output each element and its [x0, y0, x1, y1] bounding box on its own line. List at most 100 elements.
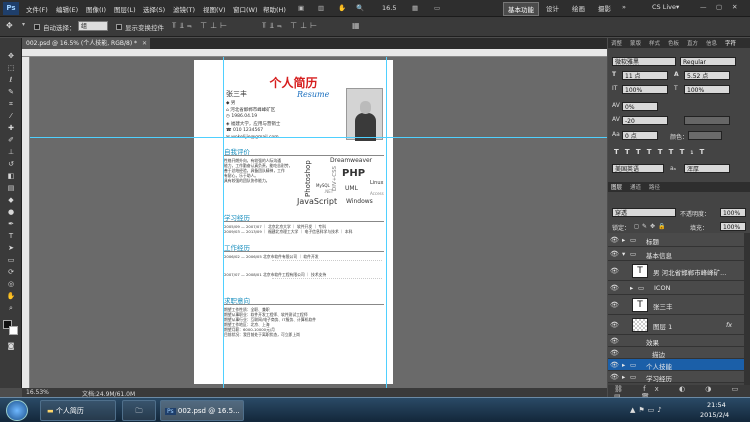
- arrange-icon[interactable]: ▦: [412, 4, 418, 12]
- font-size-field[interactable]: 11 点: [622, 71, 668, 80]
- stamp-icon[interactable]: ⊥: [4, 148, 18, 157]
- guide-line[interactable]: [223, 57, 224, 388]
- workspace-photography[interactable]: 摄影: [598, 3, 611, 13]
- path-select-icon[interactable]: ➤: [4, 244, 18, 253]
- shape-icon[interactable]: ▭: [4, 256, 18, 265]
- move-icon[interactable]: ✥: [4, 52, 18, 61]
- dodge-icon[interactable]: ●: [4, 208, 18, 217]
- blend-mode-dropdown[interactable]: 穿透: [612, 208, 676, 217]
- tray-icons[interactable]: ▲⚑▭♪: [630, 406, 665, 414]
- tab-masks[interactable]: 蒙版: [630, 39, 641, 47]
- taskbar-explorer[interactable]: ▬ 个人简历: [40, 400, 116, 421]
- eyedropper-icon[interactable]: ⁄: [4, 112, 18, 121]
- clock-time[interactable]: 21:54: [707, 401, 726, 409]
- tsume-field[interactable]: 0%: [622, 102, 658, 111]
- tab-info[interactable]: 信息: [706, 39, 717, 47]
- auto-select-type-dropdown[interactable]: 组: [78, 21, 108, 31]
- minibridge-icon[interactable]: ▥: [318, 4, 324, 12]
- close-icon[interactable]: ✕: [732, 3, 737, 11]
- tab-paths[interactable]: 路径: [649, 183, 660, 191]
- layer-1[interactable]: 👁 图层 1 fx: [608, 315, 744, 335]
- menu-layer[interactable]: 图层(L): [114, 4, 136, 14]
- tab-histogram[interactable]: 直方: [687, 39, 698, 47]
- layers-bottom-buttons[interactable]: ⛓ fx ◐ ◑ ▭ ▤ 🗑: [608, 385, 750, 401]
- antialias-dropdown[interactable]: 浑厚: [684, 164, 730, 173]
- guide-line[interactable]: [30, 137, 607, 138]
- horizontal-scale-field[interactable]: 100%: [684, 85, 730, 94]
- restore-icon[interactable]: ▢: [716, 3, 722, 11]
- pen-icon[interactable]: ✒: [4, 220, 18, 229]
- tool-preset-icon[interactable]: ▾: [22, 21, 25, 28]
- tab-channels[interactable]: 通道: [630, 183, 641, 191]
- layer-effect-stroke[interactable]: 👁 描边: [608, 347, 744, 359]
- layer-group-icon[interactable]: 👁 ▸ ▭ ICON: [608, 281, 744, 295]
- opacity-field[interactable]: 100%: [720, 208, 746, 217]
- quick-select-icon[interactable]: ✎: [4, 88, 18, 97]
- 3d-orbit-icon[interactable]: ◎: [4, 280, 18, 289]
- start-button[interactable]: [6, 400, 28, 421]
- layer-text-name[interactable]: 👁 T 张三丰: [608, 295, 744, 315]
- tab-layers[interactable]: 图层: [611, 183, 622, 191]
- menu-select[interactable]: 选择(S): [143, 4, 165, 14]
- crop-icon[interactable]: ⌗: [4, 100, 18, 109]
- lock-icons[interactable]: ◻✎✥🔒: [634, 223, 669, 230]
- workspace-more[interactable]: »: [622, 3, 626, 11]
- eraser-icon[interactable]: ◧: [4, 172, 18, 181]
- text-color-swatch[interactable]: [688, 131, 722, 140]
- background-color-swatch[interactable]: [9, 326, 18, 335]
- hand-view-icon[interactable]: ✋: [338, 4, 346, 12]
- tab-adjustments[interactable]: 调整: [611, 39, 622, 47]
- lasso-icon[interactable]: ℓ: [4, 76, 18, 85]
- font-style-dropdown[interactable]: Regular: [680, 57, 736, 66]
- tab-character[interactable]: 字符: [725, 39, 736, 47]
- text-style-buttons[interactable]: TTTTTTT₁T: [614, 148, 710, 156]
- menu-filter[interactable]: 滤镜(T): [173, 4, 195, 14]
- vertical-scale-field[interactable]: 100%: [622, 85, 668, 94]
- menu-window[interactable]: 窗口(W): [233, 4, 258, 14]
- baseline-field[interactable]: 0 点: [622, 131, 658, 140]
- layer-group-skills[interactable]: 👁 ▸ ▭ 个人技能: [608, 359, 744, 371]
- type-icon[interactable]: T: [4, 232, 18, 241]
- zoom-status[interactable]: 16.53%: [26, 389, 49, 396]
- history-brush-icon[interactable]: ↺: [4, 160, 18, 169]
- show-transform-checkbox[interactable]: [116, 23, 122, 30]
- 3d-rotate-icon[interactable]: ⟳: [4, 268, 18, 277]
- move-tool-icon[interactable]: ✥: [6, 21, 13, 30]
- zoom-level-field[interactable]: 16.5: [382, 4, 396, 12]
- menu-image[interactable]: 图像(I): [86, 4, 106, 14]
- auto-select-checkbox[interactable]: [34, 23, 40, 30]
- quick-mask-icon[interactable]: ◙: [4, 342, 18, 351]
- blur-icon[interactable]: ◆: [4, 196, 18, 205]
- marquee-icon[interactable]: ⬚: [4, 64, 18, 73]
- hand-icon[interactable]: ✋: [4, 292, 18, 301]
- horizontal-ruler[interactable]: [22, 49, 607, 57]
- distribute-buttons[interactable]: ⫪⫫⫬ ⊤⊥⊢: [262, 21, 320, 31]
- tab-swatches[interactable]: 色板: [668, 39, 679, 47]
- screen-mode-icon[interactable]: ▭: [434, 4, 440, 12]
- menu-edit[interactable]: 编辑(E): [56, 4, 78, 14]
- gradient-icon[interactable]: ▤: [4, 184, 18, 193]
- brush-icon[interactable]: ✐: [4, 136, 18, 145]
- layer-group-title[interactable]: 👁 ▸ ▭ 标题: [608, 233, 744, 247]
- document-tab[interactable]: 002.psd @ 16.5% (个人技能, RGB/8) * ✕: [22, 38, 150, 49]
- font-family-dropdown[interactable]: 微软雅黑: [612, 57, 676, 66]
- clock-date[interactable]: 2015/2/4: [700, 411, 729, 419]
- cslive-button[interactable]: CS Live▾: [652, 3, 679, 11]
- healing-icon[interactable]: ✚: [4, 124, 18, 133]
- workspace-design[interactable]: 设计: [546, 3, 559, 13]
- fill-field[interactable]: 100%: [720, 222, 746, 231]
- kerning-field[interactable]: [684, 116, 730, 125]
- workspace-painting[interactable]: 绘画: [572, 3, 585, 13]
- zoom-view-icon[interactable]: 🔍: [356, 4, 364, 12]
- bridge-icon[interactable]: ▣: [298, 4, 304, 12]
- tracking-field[interactable]: -20: [622, 116, 668, 125]
- workspace-essentials[interactable]: 基本功能: [503, 2, 539, 16]
- tab-styles[interactable]: 样式: [649, 39, 660, 47]
- taskbar-app-icon[interactable]: 🗀: [122, 400, 156, 421]
- language-dropdown[interactable]: 美国英语: [612, 164, 664, 173]
- menu-file[interactable]: 文件(F): [26, 4, 48, 14]
- layer-group-education[interactable]: 👁 ▸ ▭ 学习经历: [608, 371, 744, 383]
- vertical-ruler[interactable]: [22, 57, 30, 388]
- zoom-icon[interactable]: ⌕: [4, 304, 18, 313]
- taskbar-photoshop[interactable]: Ps 002.psd @ 16.5...: [160, 400, 244, 421]
